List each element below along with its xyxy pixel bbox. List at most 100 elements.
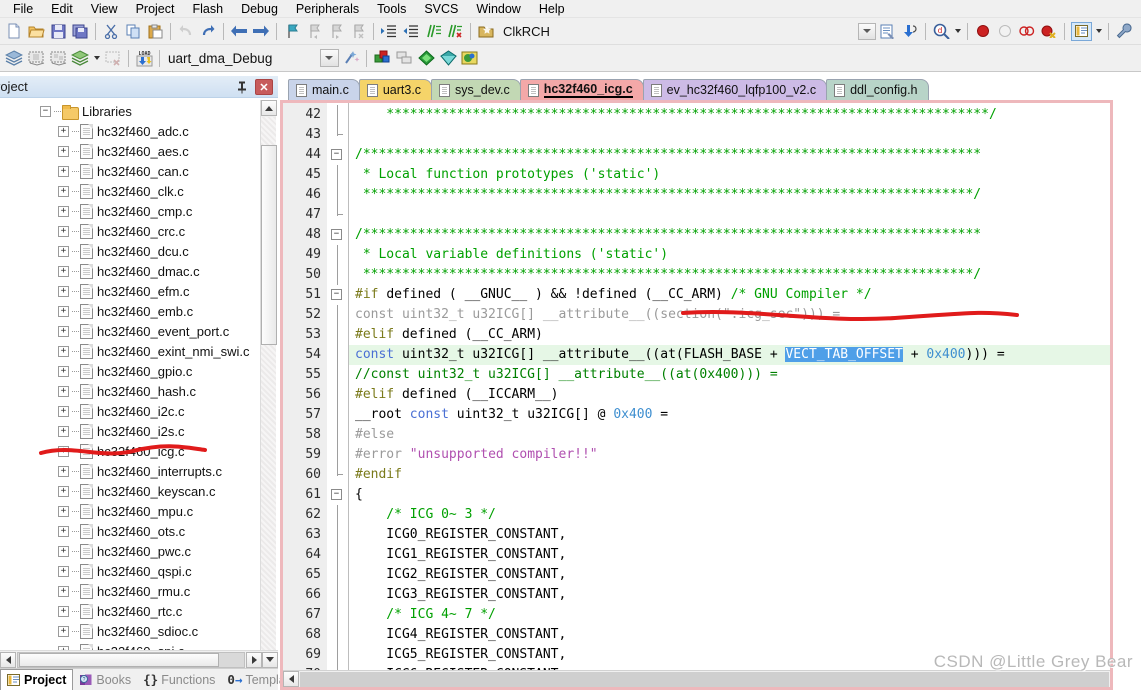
multi-project-icon[interactable]: [393, 47, 415, 69]
find-dropdown-icon[interactable]: [952, 20, 963, 42]
editor-tab[interactable]: main.c: [288, 79, 360, 100]
expand-icon[interactable]: +: [58, 545, 69, 557]
fold-marker[interactable]: [327, 425, 348, 445]
new-file-icon[interactable]: [3, 20, 25, 42]
undo-icon[interactable]: [175, 20, 197, 42]
menu-item-peripherals[interactable]: Peripherals: [287, 1, 368, 17]
project-target-dropdown-icon[interactable]: [318, 47, 340, 69]
load-icon[interactable]: LOAD: [133, 47, 155, 69]
hscroll-track[interactable]: [17, 651, 245, 668]
code-line[interactable]: ICG0_REGISTER_CONSTANT,: [349, 525, 1110, 545]
code-line[interactable]: * Local variable definitions ('static'): [349, 245, 1110, 265]
scroll-up-button[interactable]: [261, 100, 277, 116]
fold-marker[interactable]: [327, 385, 348, 405]
tree-node-file[interactable]: + hc32f460_i2s.c: [0, 421, 278, 441]
tree-node-libraries[interactable]: − Libraries: [0, 101, 278, 121]
tree-node-file[interactable]: + hc32f460_cmp.c: [0, 201, 278, 221]
navigate-back-icon[interactable]: [228, 20, 250, 42]
fold-collapse-icon[interactable]: −: [331, 229, 342, 240]
code-line[interactable]: __root const uint32_t u32ICG[] @ 0x400 =: [349, 405, 1110, 425]
fold-marker[interactable]: [327, 305, 348, 325]
bookmark-prev-icon[interactable]: [303, 20, 325, 42]
target-options-icon[interactable]: [877, 20, 899, 42]
cut-icon[interactable]: [100, 20, 122, 42]
editor-tab[interactable]: ev_hc32f460_lqfp100_v2.c: [642, 79, 828, 100]
editor-tab[interactable]: uart3.c: [358, 79, 433, 100]
fold-marker[interactable]: [327, 465, 348, 485]
code-scroll-region[interactable]: 42 43 44 45 46 47 48 49 50 51 52 53 54 55 56 57 58 59 60 61…: [283, 103, 1110, 670]
fold-marker[interactable]: [327, 585, 348, 605]
menu-item-tools[interactable]: Tools: [368, 1, 415, 17]
menu-item-project[interactable]: Project: [127, 1, 184, 17]
code-folding-bar[interactable]: −−−−−: [327, 103, 349, 670]
tree-node-file[interactable]: + hc32f460_hash.c: [0, 381, 278, 401]
code-text[interactable]: ****************************************…: [349, 103, 1110, 670]
fold-marker[interactable]: [327, 505, 348, 525]
tree-node-file[interactable]: + hc32f460_rmu.c: [0, 581, 278, 601]
bottom-tab-books[interactable]: ? Books: [73, 669, 137, 690]
code-line[interactable]: {: [349, 485, 1110, 505]
expand-icon[interactable]: +: [58, 145, 69, 157]
code-line[interactable]: #else: [349, 425, 1110, 445]
fold-marker[interactable]: −: [327, 285, 348, 305]
kill-all-breakpoints-icon[interactable]: [994, 20, 1016, 42]
save-icon[interactable]: [47, 20, 69, 42]
editor-tab[interactable]: ddl_config.h: [826, 79, 929, 100]
code-line[interactable]: #error "unsupported compiler!!": [349, 445, 1110, 465]
expand-icon[interactable]: +: [58, 385, 69, 397]
expand-icon[interactable]: +: [58, 625, 69, 637]
tree-node-file[interactable]: + hc32f460_crc.c: [0, 221, 278, 241]
code-line[interactable]: /***************************************…: [349, 145, 1110, 165]
bookmark-toggle-icon[interactable]: [281, 20, 303, 42]
hscroll-right-button[interactable]: [246, 651, 262, 668]
code-line[interactable]: [349, 205, 1110, 225]
expand-icon[interactable]: +: [58, 345, 69, 357]
menu-item-help[interactable]: Help: [530, 1, 574, 17]
manage-windows-icon[interactable]: [1069, 20, 1093, 42]
clear-breakpoints-icon[interactable]: [1038, 20, 1060, 42]
expand-icon[interactable]: +: [58, 565, 69, 577]
open-file-icon[interactable]: [25, 20, 47, 42]
fold-marker[interactable]: [327, 165, 348, 185]
code-line[interactable]: const uint32_t u32ICG[] __attribute__((s…: [349, 305, 1110, 325]
code-line[interactable]: * Local function prototypes ('static'): [349, 165, 1110, 185]
fold-marker[interactable]: [327, 345, 348, 365]
tree-node-file[interactable]: + hc32f460_pwc.c: [0, 541, 278, 561]
menu-item-file[interactable]: File: [4, 1, 42, 17]
tree-node-file[interactable]: + hc32f460_exint_nmi_swi.c: [0, 341, 278, 361]
expand-icon[interactable]: +: [58, 365, 69, 377]
indent-right-icon[interactable]: [378, 20, 400, 42]
code-line[interactable]: const uint32_t u32ICG[] __attribute__((a…: [349, 345, 1110, 365]
fold-marker[interactable]: [327, 125, 348, 145]
expand-icon[interactable]: +: [58, 205, 69, 217]
code-line[interactable]: ICG3_REGISTER_CONSTANT,: [349, 585, 1110, 605]
hscroll-thumb[interactable]: [19, 652, 219, 667]
expand-icon[interactable]: +: [58, 525, 69, 537]
fold-marker[interactable]: −: [327, 225, 348, 245]
expand-icon[interactable]: +: [58, 445, 69, 457]
copy-icon[interactable]: [122, 20, 144, 42]
tree-node-file[interactable]: + hc32f460_can.c: [0, 161, 278, 181]
tree-node-file[interactable]: + hc32f460_emb.c: [0, 301, 278, 321]
expand-icon[interactable]: +: [58, 585, 69, 597]
fold-marker[interactable]: [327, 205, 348, 225]
menu-item-flash[interactable]: Flash: [183, 1, 232, 17]
code-line[interactable]: ****************************************…: [349, 265, 1110, 285]
menu-item-edit[interactable]: Edit: [42, 1, 82, 17]
fold-marker[interactable]: [327, 405, 348, 425]
tree-node-file[interactable]: + hc32f460_aes.c: [0, 141, 278, 161]
expand-icon[interactable]: +: [58, 125, 69, 137]
comment-icon[interactable]: [422, 20, 444, 42]
code-line[interactable]: //const uint32_t u32ICG[] __attribute__(…: [349, 365, 1110, 385]
fold-marker[interactable]: [327, 365, 348, 385]
code-line[interactable]: #endif: [349, 465, 1110, 485]
navigate-forward-icon[interactable]: [250, 20, 272, 42]
fold-marker[interactable]: [327, 105, 348, 125]
tree-node-file[interactable]: + hc32f460_dmac.c: [0, 261, 278, 281]
batch-build-dropdown-icon[interactable]: [91, 47, 102, 69]
functions-icon[interactable]: [437, 47, 459, 69]
expand-icon[interactable]: +: [58, 185, 69, 197]
fold-marker[interactable]: [327, 545, 348, 565]
code-line[interactable]: /***************************************…: [349, 225, 1110, 245]
project-tree-hscrollbar[interactable]: [0, 650, 278, 668]
